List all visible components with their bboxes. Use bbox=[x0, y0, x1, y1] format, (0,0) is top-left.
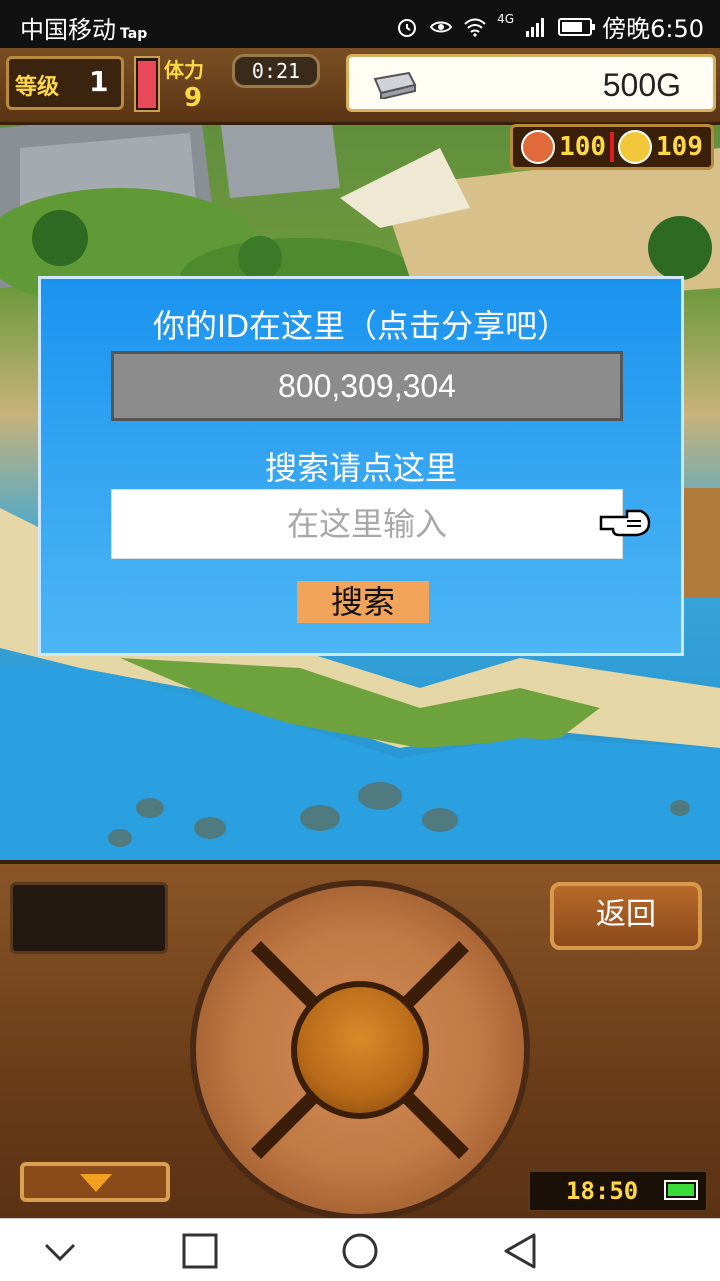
search-label: 搜索请点这里 bbox=[264, 450, 457, 486]
back-button[interactable]: 返回 bbox=[550, 882, 702, 950]
level-label: 等级 bbox=[15, 75, 60, 100]
search-button[interactable]: 搜索 bbox=[297, 581, 429, 623]
battery-icon bbox=[664, 1180, 698, 1200]
carrier-name: 中国移动 bbox=[20, 16, 116, 44]
level-panel: 等级 1 bbox=[6, 56, 124, 110]
menu-toggle-button[interactable] bbox=[20, 1162, 170, 1202]
meat-count: 100 bbox=[559, 132, 607, 162]
battery-icon bbox=[558, 17, 596, 36]
meat-icon bbox=[521, 130, 556, 164]
panel-display bbox=[10, 882, 168, 954]
divider bbox=[610, 132, 615, 162]
friend-id-dialog: 你的ID在这里（点击分享吧） 800,309,304 搜索请点这里 搜索 bbox=[38, 276, 684, 656]
status-bar: 中国移动 Tap 4G 傍晚6:50 bbox=[0, 0, 720, 48]
status-time: 傍晚6:50 bbox=[602, 15, 704, 43]
navigation-bar bbox=[0, 1218, 720, 1281]
direction-pad[interactable] bbox=[190, 880, 530, 1220]
resource-panel: 100 109 bbox=[510, 124, 714, 170]
user-id-display[interactable]: 800,309,304 bbox=[111, 351, 623, 421]
dpad-center-button[interactable] bbox=[291, 981, 429, 1119]
hud-top-bar: 等级 1 体力 9 0:21 500G bbox=[0, 48, 720, 125]
wifi-icon bbox=[464, 18, 486, 37]
game-clock: 18:50 bbox=[528, 1170, 708, 1212]
clock-time: 18:50 bbox=[566, 1177, 639, 1205]
hide-keyboard-icon[interactable] bbox=[40, 1231, 80, 1271]
gold-panel: 500G bbox=[346, 54, 716, 112]
search-input[interactable] bbox=[111, 489, 623, 559]
stamina-bar bbox=[134, 56, 160, 112]
status-icons: 4G 傍晚6:50 bbox=[395, 9, 704, 44]
stamina-timer: 0:21 bbox=[232, 54, 320, 88]
home-icon[interactable] bbox=[340, 1231, 380, 1271]
eye-icon bbox=[429, 21, 453, 32]
back-icon[interactable] bbox=[500, 1231, 540, 1271]
control-panel: 返回 18:50 bbox=[0, 860, 720, 1222]
silver-ingot-icon bbox=[373, 71, 417, 99]
carrier-info: 中国移动 Tap bbox=[20, 10, 147, 45]
gold-value: 500G bbox=[602, 67, 681, 103]
pointing-hand-icon bbox=[599, 509, 651, 537]
level-value: 1 bbox=[89, 65, 109, 98]
carrier-badge: Tap bbox=[120, 26, 148, 42]
stamina-label: 体力 bbox=[164, 58, 204, 82]
coin-icon bbox=[618, 130, 653, 164]
dialog-title[interactable]: 你的ID在这里（点击分享吧） bbox=[41, 301, 681, 347]
stamina-value: 9 bbox=[184, 83, 203, 113]
coin-count: 109 bbox=[656, 132, 703, 162]
chevron-down-icon bbox=[80, 1174, 112, 1192]
alarm-icon bbox=[398, 18, 417, 37]
stamina-panel: 体力 9 bbox=[164, 54, 232, 113]
network-type: 4G bbox=[497, 11, 515, 26]
signal-icon bbox=[526, 17, 545, 37]
recents-icon[interactable] bbox=[180, 1231, 220, 1271]
